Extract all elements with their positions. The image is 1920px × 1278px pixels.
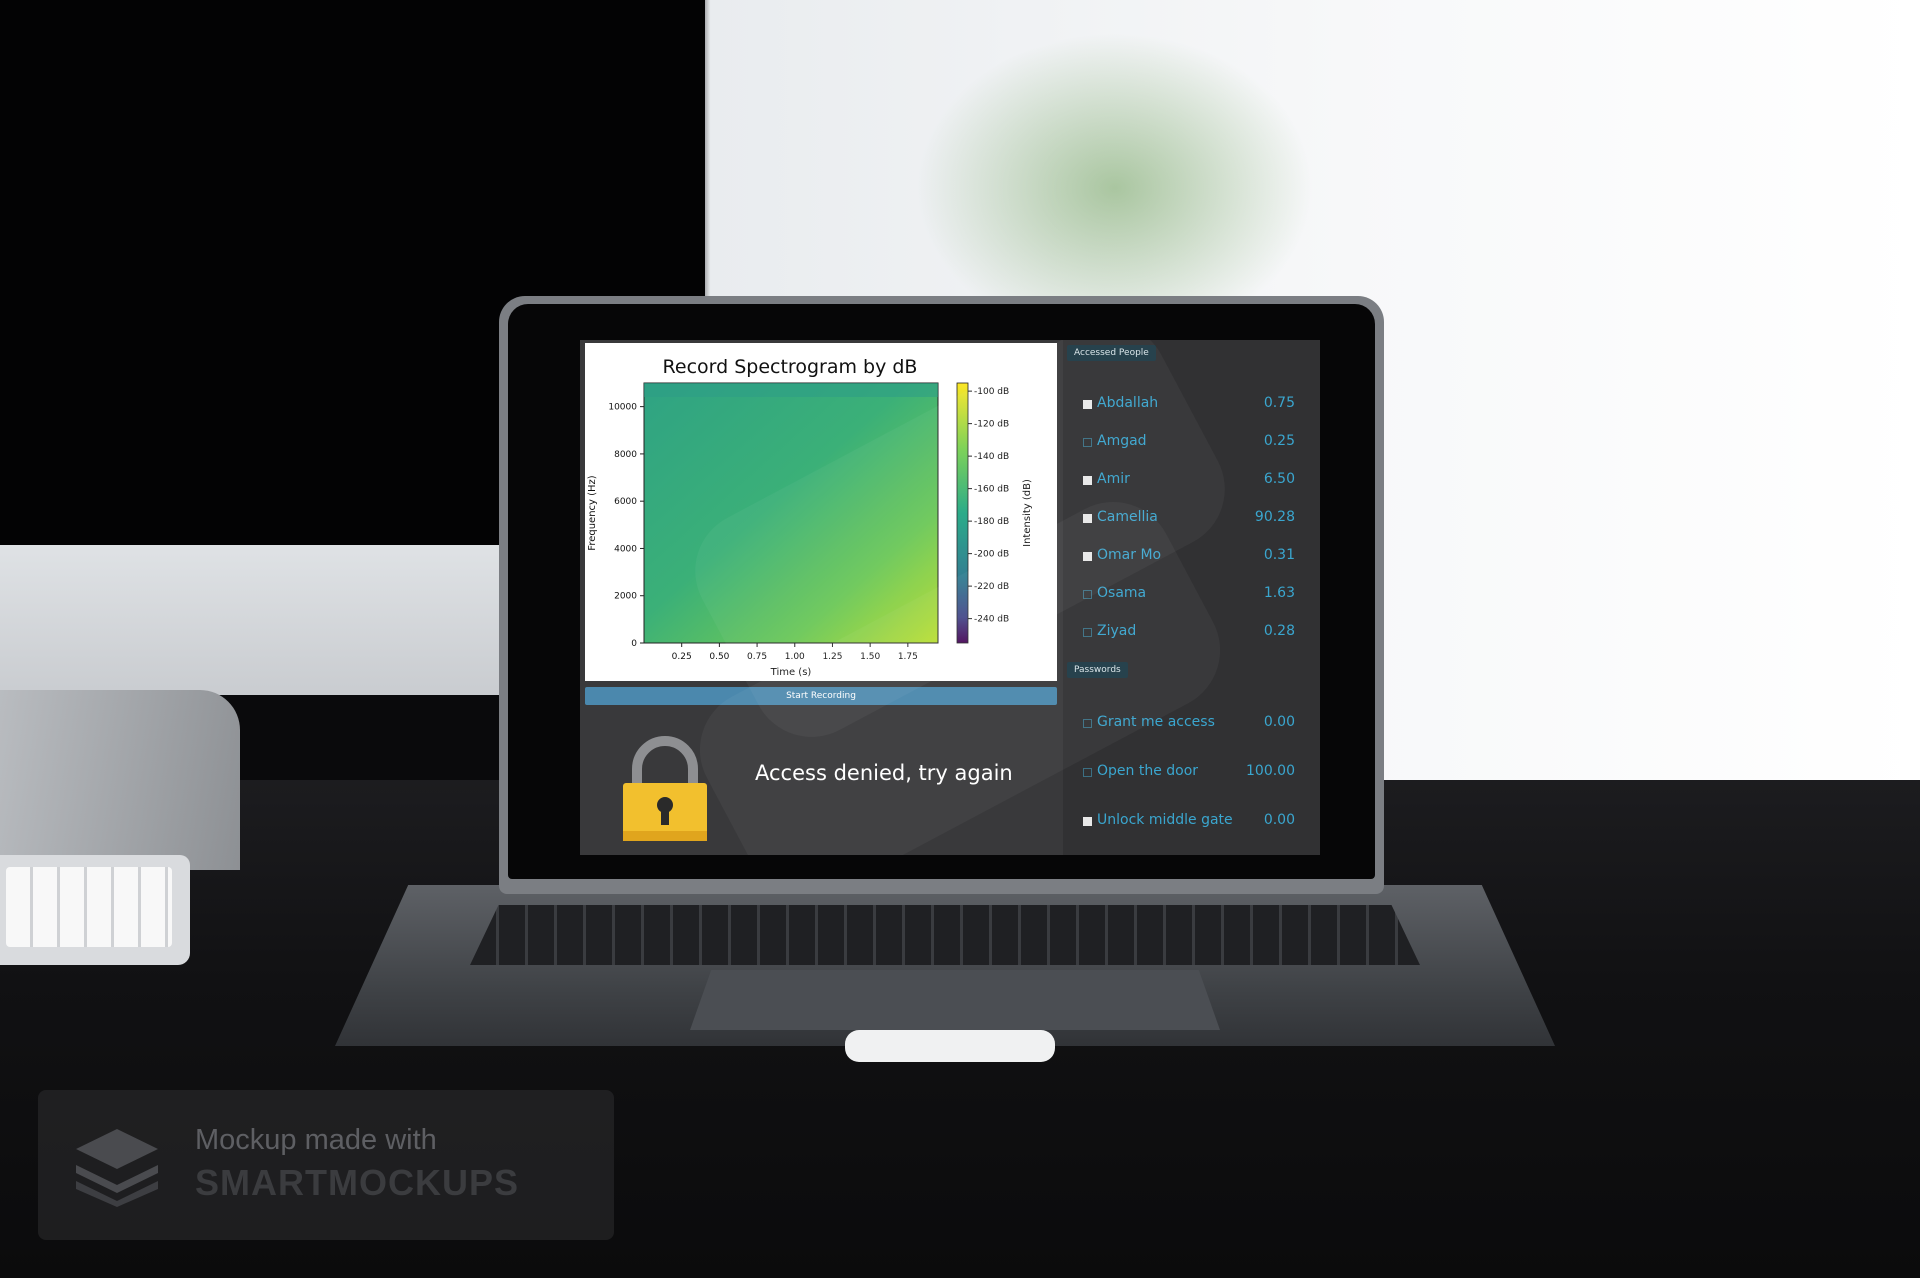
- row-score: 0.25: [1263, 433, 1295, 449]
- y-axis-label: Frequency (Hz): [587, 475, 598, 551]
- checkbox[interactable]: [1083, 817, 1092, 826]
- checkbox[interactable]: [1083, 768, 1092, 777]
- y-tick-label: 0: [631, 639, 637, 649]
- external-keyboard: [0, 855, 190, 965]
- row-score: 90.28: [1254, 509, 1295, 525]
- row-score: 0.31: [1263, 547, 1295, 563]
- laptop-keyboard: [470, 905, 1420, 965]
- x-tick-label: 0.50: [709, 652, 729, 662]
- row-label: Unlock middle gate: [1097, 812, 1233, 828]
- y-tick-label: 2000: [614, 592, 637, 602]
- y-tick-label: 6000: [614, 497, 637, 507]
- background-monitor-stand: [0, 690, 240, 870]
- y-tick-label: 8000: [614, 450, 637, 460]
- password-row[interactable]: Unlock middle gate 0.00: [1067, 812, 1305, 834]
- smartmockups-watermark: Mockup made with SMARTMOCKUPS: [38, 1090, 614, 1240]
- background-monitor-chin: [0, 545, 500, 695]
- watermark-line-1: Mockup made with: [195, 1124, 437, 1156]
- row-score: 0.00: [1263, 714, 1295, 730]
- background-plant: [900, 20, 1330, 300]
- chart-title: Record Spectrogram by dB: [663, 356, 918, 378]
- app-window: Record Spectrogram by dB 0.25 0.50 0.75 1.0…: [580, 340, 1320, 855]
- row-score: 0.75: [1263, 395, 1295, 411]
- row-score: 1.63: [1263, 585, 1295, 601]
- row-score: 100.00: [1246, 763, 1295, 779]
- y-tick-label: 10000: [608, 403, 637, 413]
- password-row[interactable]: Open the door 100.00: [1067, 763, 1305, 785]
- laptop-front-lip: [845, 1030, 1055, 1062]
- y-tick-label: 4000: [614, 544, 637, 554]
- row-label: Open the door: [1097, 763, 1199, 779]
- mockup-scene: Record Spectrogram by dB 0.25 0.50 0.75 1.0…: [0, 0, 1920, 1278]
- layers-logo-icon: [76, 1129, 158, 1207]
- row-score: 6.50: [1263, 471, 1295, 487]
- spectrogram-top-band: [644, 383, 938, 397]
- watermark-line-2: SMARTMOCKUPS: [195, 1162, 519, 1203]
- x-tick-label: 0.25: [672, 652, 692, 662]
- row-score: 0.28: [1263, 623, 1295, 639]
- laptop-trackpad: [690, 970, 1220, 1030]
- row-score: 0.00: [1263, 812, 1295, 828]
- y-axis-ticks: 0 2000 4000 6000 8000 10000: [608, 403, 644, 649]
